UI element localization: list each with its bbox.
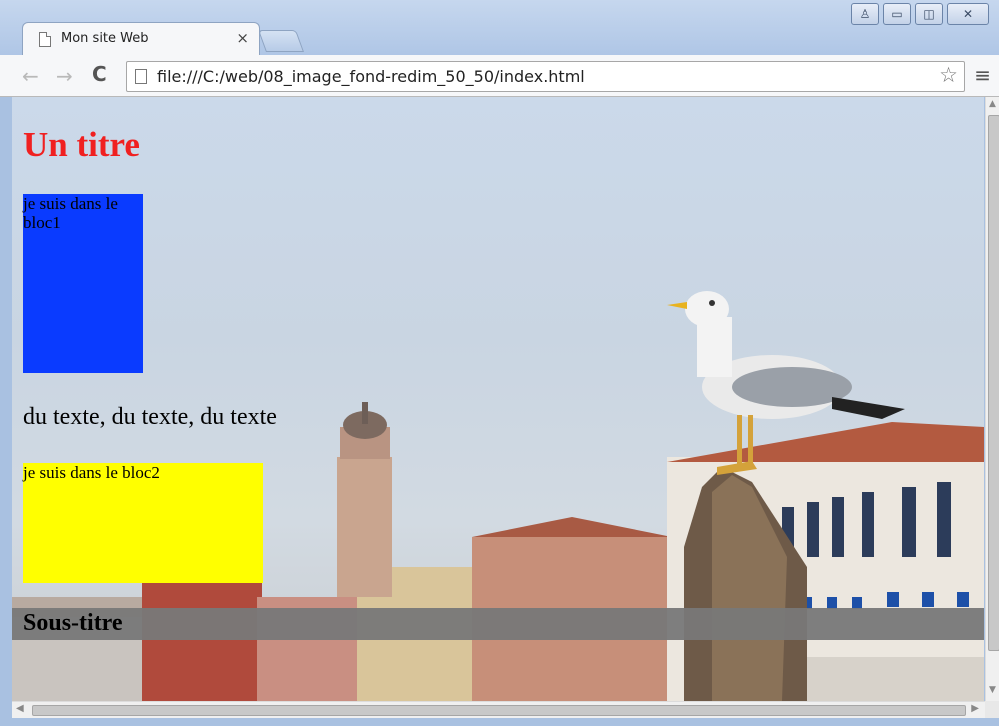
scroll-right-icon[interactable]: ▶	[971, 703, 979, 714]
horizontal-scrollbar[interactable]: ◀ ▶	[12, 701, 985, 718]
bookmark-star-icon[interactable]: ☆	[939, 63, 958, 87]
file-page-icon	[135, 69, 147, 84]
window-controls: ♙ ▭ ◫ ✕	[851, 3, 989, 25]
user-profile-button[interactable]: ♙	[851, 3, 879, 25]
scroll-down-icon[interactable]: ▼	[989, 685, 996, 695]
window-bottom-frame	[0, 718, 999, 726]
url-text[interactable]: file:///C:/web/08_image_fond-redim_50_50…	[157, 67, 585, 86]
scrollbar-corner	[985, 701, 999, 718]
minimize-button[interactable]: ▭	[883, 3, 911, 25]
new-tab-button[interactable]	[257, 30, 305, 52]
vertical-scrollbar[interactable]: ▲ ▼	[985, 97, 999, 701]
close-window-button[interactable]: ✕	[947, 3, 989, 25]
browser-toolbar: ← → C file:///C:/web/08_image_fond-redim…	[0, 55, 999, 97]
subtitle-bar: Sous-titre	[12, 608, 984, 640]
page-content: Un titre je suis dans le bloc1 du texte,…	[12, 97, 984, 701]
page-viewport: Un titre je suis dans le bloc1 du texte,…	[12, 97, 984, 701]
chrome-menu-icon[interactable]: ≡	[974, 63, 991, 87]
scroll-left-icon[interactable]: ◀	[16, 703, 24, 714]
page-title: Un titre	[23, 125, 140, 164]
tab-mon-site-web[interactable]: Mon site Web ×	[22, 22, 260, 56]
body-paragraph: du texte, du texte, du texte	[23, 404, 277, 430]
back-arrow-icon[interactable]: ←	[22, 64, 39, 88]
reload-icon[interactable]: C	[92, 62, 107, 86]
forward-arrow-icon[interactable]: →	[56, 64, 73, 88]
page-icon	[39, 32, 51, 47]
browser-window: ♙ ▭ ◫ ✕ Mon site Web × ← → C file:///C:/…	[0, 0, 999, 726]
bloc1: je suis dans le bloc1	[23, 194, 143, 373]
bloc2: je suis dans le bloc2	[23, 463, 263, 583]
horizontal-scroll-thumb[interactable]	[32, 705, 966, 716]
title-bar: ♙ ▭ ◫ ✕ Mon site Web ×	[0, 0, 999, 56]
subtitle-text: Sous-titre	[23, 610, 123, 636]
vertical-scroll-thumb[interactable]	[988, 115, 999, 651]
tab-close-icon[interactable]: ×	[236, 29, 249, 47]
tab-title: Mon site Web	[61, 31, 149, 46]
address-bar[interactable]: file:///C:/web/08_image_fond-redim_50_50…	[126, 61, 965, 92]
scroll-up-icon[interactable]: ▲	[989, 99, 996, 109]
maximize-button[interactable]: ◫	[915, 3, 943, 25]
